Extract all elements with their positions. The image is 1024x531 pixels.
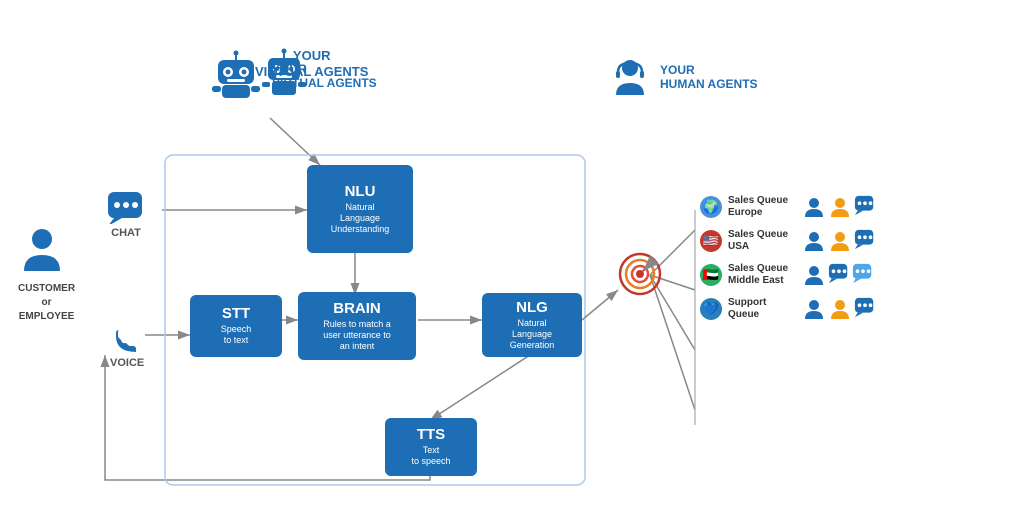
robot-icon-2 bbox=[210, 50, 262, 102]
flag-europe: 🌍 bbox=[700, 196, 722, 218]
tts-title: TTS bbox=[417, 427, 445, 444]
chat-label: CHAT bbox=[111, 227, 141, 239]
flag-support: 💙 bbox=[700, 298, 722, 320]
avatar-6 bbox=[802, 297, 826, 321]
nlg-box: NLG NaturalLanguageGeneration bbox=[482, 293, 582, 357]
diagram-container: YOUR VIRTUAL AGENTS YOUR VIRTUAL AGENTS bbox=[0, 0, 1024, 531]
virtual-agents-line2: VIRTUAL AGENTS bbox=[272, 76, 377, 90]
voice-label: VOICE bbox=[110, 357, 144, 369]
chat-avatar-4 bbox=[852, 263, 874, 285]
virtual-agents-text: YOUR VIRTUAL AGENTS bbox=[272, 62, 377, 90]
queue-avatars-middle-east bbox=[802, 263, 874, 287]
customer-person: CUSTOMER or EMPLOYEE bbox=[18, 225, 75, 324]
flag-middle-east: 🇦🇪 bbox=[700, 264, 722, 286]
queue-row-europe: 🌍 Sales QueueEurope bbox=[700, 195, 876, 219]
queue-avatars-support bbox=[802, 297, 876, 321]
customer-label: CUSTOMER or EMPLOYEE bbox=[18, 282, 75, 324]
target-icon bbox=[618, 252, 662, 301]
avatar-4 bbox=[828, 229, 852, 253]
chat-bubble-icon bbox=[108, 192, 144, 224]
queue-name-support: SupportQueue bbox=[728, 297, 796, 321]
virtual-agents-line1: YOUR bbox=[272, 62, 377, 76]
queue-avatars-usa bbox=[802, 229, 876, 253]
chat-input: CHAT bbox=[108, 192, 144, 239]
avatar-5 bbox=[802, 263, 826, 287]
queue-section: 🌍 Sales QueueEurope bbox=[700, 195, 876, 321]
chat-avatar-3 bbox=[828, 263, 850, 285]
nlu-title: NLU bbox=[345, 184, 376, 201]
avatar-3 bbox=[802, 229, 826, 253]
brain-box: BRAIN Rules to match auser utterance toa… bbox=[298, 292, 416, 360]
human-agents-text: YOUR HUMAN AGENTS bbox=[660, 63, 758, 91]
stt-title: STT bbox=[222, 306, 250, 323]
customer-icon bbox=[18, 225, 66, 273]
stt-box: STT Speechto text bbox=[190, 295, 282, 357]
nlu-subtitle: NaturalLanguageUnderstanding bbox=[331, 202, 390, 234]
queue-name-europe: Sales QueueEurope bbox=[728, 195, 796, 219]
voice-input: VOICE bbox=[110, 328, 144, 369]
chat-avatar-2 bbox=[854, 229, 876, 251]
nlg-subtitle: NaturalLanguageGeneration bbox=[510, 318, 555, 350]
virtual-agents-section: YOUR VIRTUAL AGENTS bbox=[210, 50, 377, 102]
human-agents-line2: HUMAN AGENTS bbox=[660, 77, 758, 91]
bullseye-icon bbox=[618, 252, 662, 296]
human-agents-section: YOUR HUMAN AGENTS bbox=[608, 55, 758, 99]
queue-name-usa: Sales QueueUSA bbox=[728, 229, 796, 253]
chat-avatar-5 bbox=[854, 297, 876, 319]
phone-icon bbox=[114, 328, 140, 354]
queue-row-support: 💙 SupportQueue bbox=[700, 297, 876, 321]
avatar-1 bbox=[802, 195, 826, 219]
human-agent-icon bbox=[608, 55, 652, 99]
tts-box: TTS Textto speech bbox=[385, 418, 477, 476]
nlg-title: NLG bbox=[516, 300, 548, 317]
avatar-2 bbox=[828, 195, 852, 219]
tts-subtitle: Textto speech bbox=[411, 445, 450, 467]
human-agents-line1: YOUR bbox=[660, 63, 758, 77]
brain-subtitle: Rules to match auser utterance toan inte… bbox=[323, 319, 391, 351]
nlu-box: NLU NaturalLanguageUnderstanding bbox=[307, 165, 413, 253]
chat-avatar-1 bbox=[854, 195, 876, 217]
queue-row-usa: 🇺🇸 Sales QueueUSA bbox=[700, 229, 876, 253]
avatar-7 bbox=[828, 297, 852, 321]
flag-usa: 🇺🇸 bbox=[700, 230, 722, 252]
brain-title: BRAIN bbox=[333, 301, 381, 318]
stt-subtitle: Speechto text bbox=[221, 324, 252, 346]
queue-avatars-europe bbox=[802, 195, 876, 219]
queue-row-middle-east: 🇦🇪 Sales QueueMiddle East bbox=[700, 263, 876, 287]
queue-name-middle-east: Sales QueueMiddle East bbox=[728, 263, 796, 287]
